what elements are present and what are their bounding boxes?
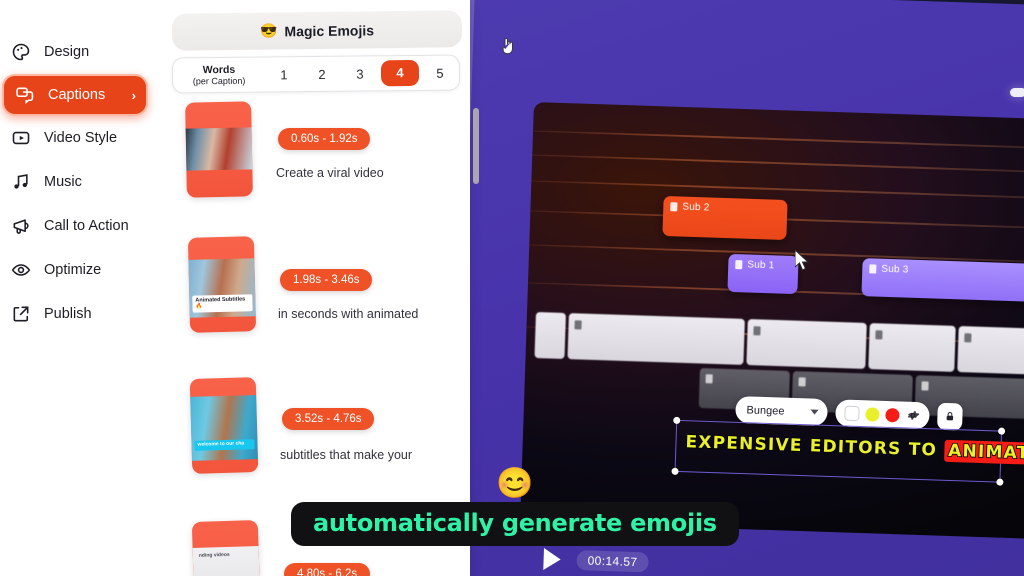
sidebar-item-label: Captions (48, 87, 106, 103)
clip-label: Sub 1 (747, 259, 775, 272)
sidebar-item-label: Music (44, 174, 82, 190)
words-option-2[interactable]: 2 (303, 66, 341, 81)
sidebar-item-label: Call to Action (44, 218, 129, 234)
sidebar-item-video-style[interactable]: Video Style (0, 116, 162, 160)
caption-text: in seconds with animated (278, 307, 419, 321)
sidebar-item-optimize[interactable]: Optimize (0, 248, 162, 292)
clip-label: Sub 3 (881, 263, 909, 276)
sidebar-item-design[interactable]: Design (0, 30, 162, 74)
eye-icon (10, 259, 32, 281)
timeline-clip-sub2[interactable]: Sub 2 (662, 195, 788, 241)
caption-time-badge: 4.80s - 6.2s (284, 563, 371, 576)
app-screenshot: Sub 2 Sub 1 Sub 3 Bungee EXPENSIVE EDITO… (0, 0, 1024, 576)
resize-handle-tl[interactable] (673, 416, 681, 425)
left-sidebar: Design Captions › Video Style Music Call… (0, 0, 162, 576)
text-outline-swatch[interactable] (844, 405, 860, 422)
sidebar-item-call-to-action[interactable]: Call to Action (0, 204, 162, 248)
gear-icon[interactable] (905, 408, 920, 423)
player-timestamp: 00:14.57 (576, 550, 649, 573)
list-item[interactable]: Animated Subtitles 🔥 1.98s - 3.46s in se… (162, 236, 470, 378)
panel-scrollbar[interactable] (473, 108, 479, 184)
chevron-right-icon: › (131, 87, 136, 103)
sidebar-item-captions[interactable]: Captions › (2, 74, 148, 116)
megaphone-icon (10, 215, 32, 237)
thumbnail-caption-text: nding videos (198, 551, 230, 559)
captions-icon (14, 84, 36, 106)
words-option-4[interactable]: 4 (380, 59, 420, 87)
fill-color-swatch[interactable] (865, 406, 880, 422)
clip-label: Sub 2 (682, 201, 710, 214)
caption-time-badge: 0.60s - 1.92s (278, 128, 371, 150)
words-per-caption-label: Words (per Caption) (192, 63, 246, 87)
clip-handle-icon (735, 260, 743, 270)
words-per-caption-selector[interactable]: Words (per Caption) 1 2 3 4 5 (171, 54, 461, 94)
palette-icon (10, 41, 32, 63)
generated-emoji: 😊 (496, 467, 534, 500)
caption-thumbnail[interactable]: nding videos (191, 519, 261, 576)
font-family-value: Bungee (746, 403, 785, 418)
sidebar-item-music[interactable]: Music (0, 160, 162, 204)
clip-handle-icon (869, 264, 877, 274)
caption-thumbnail[interactable] (185, 101, 253, 198)
sidebar-item-label: Optimize (44, 262, 102, 278)
lock-button[interactable] (936, 402, 963, 431)
share-icon (10, 303, 32, 325)
video-caption-selection[interactable]: EXPENSIVE EDITORS TO ANIMATE (671, 416, 1024, 486)
highlight-color-swatch[interactable] (885, 407, 900, 422)
thumbnail-caption-text: Animated Subtitles 🔥 (192, 294, 253, 313)
words-option-1[interactable]: 1 (265, 67, 303, 82)
sidebar-item-label: Video Style (44, 130, 118, 146)
play-icon[interactable] (543, 548, 561, 571)
list-item[interactable]: welcome to our cha 3.52s - 4.76s subtitl… (162, 377, 470, 519)
timeline-clip-sub1[interactable]: Sub 1 (727, 253, 799, 295)
magic-emojis-label: Magic Emojis (284, 21, 375, 39)
hand-cursor-icon (500, 36, 515, 60)
sidebar-item-publish[interactable]: Publish (0, 292, 162, 336)
caption-time-badge: 3.52s - 4.76s (282, 408, 375, 430)
video-icon (10, 127, 32, 149)
clip-handle-icon (670, 202, 678, 212)
magic-emojis-tab[interactable]: 😎 Magic Emojis (171, 10, 463, 51)
caption-highlight-word: ANIMATE (943, 439, 1024, 466)
words-option-3[interactable]: 3 (341, 66, 379, 81)
sunglasses-emoji-icon: 😎 (259, 22, 278, 39)
music-icon (10, 171, 32, 193)
words-option-5[interactable]: 5 (421, 65, 459, 80)
list-item[interactable]: 0.60s - 1.92s Create a viral video (162, 96, 470, 237)
caption-thumbnail[interactable]: welcome to our cha (189, 377, 259, 474)
mouse-cursor-icon (795, 250, 810, 271)
timeline-clip-sub3[interactable]: Sub 3 (861, 258, 1024, 302)
caption-thumbnail[interactable]: Animated Subtitles 🔥 (187, 236, 257, 333)
captions-panel: 😎 Magic Emojis Words (per Caption) 1 2 3… (162, 0, 513, 576)
window-control-dot[interactable] (1010, 88, 1024, 97)
chevron-down-icon (810, 409, 819, 415)
caption-time-badge: 1.98s - 3.46s (280, 269, 373, 291)
caption-text: Create a viral video (276, 166, 384, 180)
lock-icon (946, 411, 954, 421)
subtitle-overlay: automatically generate emojis (291, 502, 739, 546)
sidebar-item-label: Publish (44, 306, 92, 322)
thumbnail-caption-text: welcome to our cha (194, 439, 255, 451)
caption-text: subtitles that make your (280, 448, 413, 462)
sidebar-item-label: Design (44, 44, 90, 60)
player-controls[interactable]: 00:14.57 (543, 548, 649, 573)
